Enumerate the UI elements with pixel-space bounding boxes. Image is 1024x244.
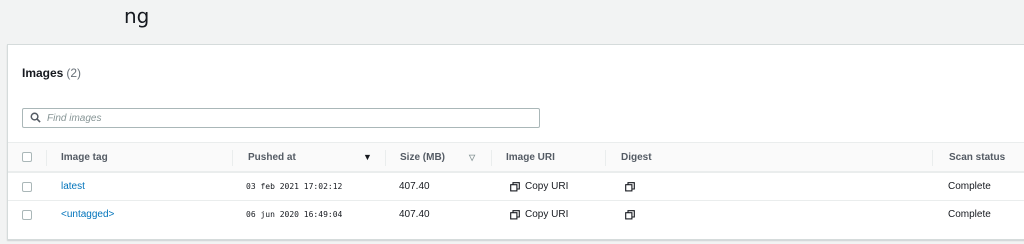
pushed-at-value: 03 feb 2021 17:02:12 [246, 182, 343, 191]
copy-icon [510, 209, 520, 219]
table-header-row: Image tag Pushed at ▼ Size (MB) ▽ Image … [8, 142, 1024, 172]
select-all-checkbox[interactable] [22, 152, 32, 162]
copy-uri-button[interactable]: Copy URI [510, 209, 568, 220]
scan-status-value: Complete [948, 209, 991, 220]
image-tag-link[interactable]: latest [61, 173, 85, 200]
sort-caret-icon[interactable]: ▽ [469, 153, 475, 162]
copy-icon[interactable] [625, 209, 635, 220]
page-title: ng [124, 4, 150, 28]
table-row: latest 03 feb 2021 17:02:12 407.40 Copy … [8, 172, 1024, 200]
search-box[interactable] [22, 108, 540, 128]
search-input[interactable] [47, 110, 527, 126]
pushed-at-value: 06 jun 2020 16:49:04 [246, 210, 343, 219]
copy-uri-label: Copy URI [525, 181, 569, 192]
table-row: <untagged> 06 jun 2020 16:49:04 407.40 C… [8, 200, 1024, 228]
image-tag-link[interactable]: <untagged> [61, 201, 114, 228]
copy-uri-label: Copy URI [525, 209, 569, 220]
panel-header: Images (2) [22, 66, 81, 80]
images-panel: Images(2) Image tag Pushed at ▼ Size (MB… [7, 44, 1024, 240]
caret-down-icon[interactable]: ▼ [363, 152, 372, 162]
column-header-pushed-at[interactable]: Pushed at [248, 143, 296, 171]
row-checkbox[interactable] [22, 181, 32, 192]
size-value: 407.40 [399, 209, 430, 220]
copy-uri-button[interactable]: Copy URI [510, 181, 568, 192]
images-table: Image tag Pushed at ▼ Size (MB) ▽ Image … [8, 142, 1024, 228]
panel-title: Images [22, 66, 64, 80]
column-header-size[interactable]: Size (MB) [400, 143, 445, 171]
copy-icon[interactable] [625, 181, 635, 192]
image-count: (2) [66, 66, 82, 80]
search-icon [30, 112, 41, 123]
column-header-scan-status[interactable]: Scan status [949, 143, 1005, 171]
size-value: 407.40 [399, 181, 430, 192]
scan-status-value: Complete [948, 181, 991, 192]
column-header-digest[interactable]: Digest [621, 143, 652, 171]
column-header-image-tag[interactable]: Image tag [61, 143, 108, 171]
row-checkbox[interactable] [22, 209, 32, 220]
column-header-image-uri[interactable]: Image URI [506, 143, 555, 171]
copy-icon [510, 181, 520, 191]
